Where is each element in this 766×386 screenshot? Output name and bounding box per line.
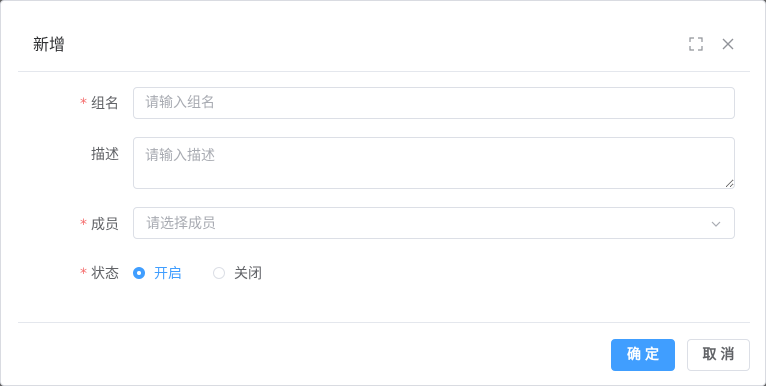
status-radio-on[interactable]: 开启 [133,265,187,283]
radio-checked-icon [133,267,145,279]
close-icon[interactable] [721,37,735,51]
group-name-label: * 组名 [80,96,119,112]
description-field [133,137,735,189]
confirm-button[interactable]: 确定 [611,339,675,371]
status-radio-on-label: 开启 [154,266,182,282]
dialog-header: 新增 [1,1,765,71]
group-name-input[interactable] [134,88,734,118]
radio-unchecked-icon [213,267,225,279]
fullscreen-icon[interactable] [689,37,703,51]
description-textarea[interactable] [134,138,734,188]
members-select[interactable]: 请选择成员 [133,207,735,239]
members-label: * 成员 [80,217,119,233]
add-group-dialog: 新增 *组名 描述 *成员 请选择成员 [0,0,766,386]
cancel-button[interactable]: 取消 [687,339,750,371]
status-radio-off-label: 关闭 [234,266,262,282]
required-mark: * [80,217,87,233]
status-label: * 状态 [80,266,119,282]
header-divider [18,71,750,72]
required-mark: * [80,96,87,112]
members-select-placeholder: 请选择成员 [146,216,216,232]
description-label: 描述 [91,147,119,163]
group-name-field [133,87,735,119]
required-mark: * [80,266,87,282]
dialog-title: 新增 [33,35,66,54]
chevron-down-icon [710,218,722,230]
status-radio-off[interactable]: 关闭 [213,265,267,283]
footer-divider [18,322,750,323]
